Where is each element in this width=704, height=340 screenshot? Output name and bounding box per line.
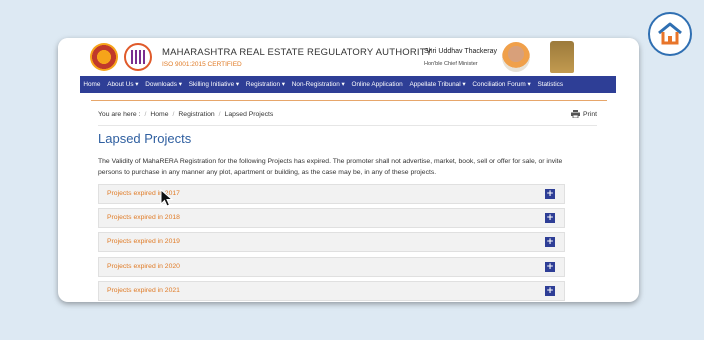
nav-home[interactable]: Home — [80, 76, 104, 93]
nav-conciliation-forum[interactable]: Conciliation Forum ▾ — [469, 76, 534, 93]
national-emblem — [550, 41, 574, 73]
browser-window: MAHARASHTRA REAL ESTATE REGULATORY AUTHO… — [58, 38, 639, 302]
nav-about-us[interactable]: About Us ▾ — [104, 76, 142, 93]
cursor-icon — [160, 189, 174, 207]
nav-skilling-initiative[interactable]: Skilling Initiative ▾ — [185, 76, 242, 93]
breadcrumb-divider — [98, 125, 597, 126]
breadcrumb-home[interactable]: Home — [150, 111, 168, 118]
accordion-2021[interactable]: Projects expired in 2021 + — [98, 281, 565, 301]
breadcrumb-separator: / — [172, 111, 175, 118]
iso-certification: ISO 9001:2015 CERTIFIED — [162, 61, 242, 68]
breadcrumb-current: Lapsed Projects — [224, 111, 274, 118]
breadcrumb-prefix: You are here : — [98, 111, 141, 118]
plus-icon[interactable]: + — [545, 237, 555, 247]
accordion-2020[interactable]: Projects expired in 2020 + — [98, 257, 565, 277]
nav-online-application[interactable]: Online Application — [348, 76, 406, 93]
accordion-label: Projects expired in 2019 — [107, 238, 180, 245]
print-icon — [571, 110, 581, 118]
accordion-label: Projects expired in 2021 — [107, 287, 180, 294]
plus-icon[interactable]: + — [545, 213, 555, 223]
accordion-2019[interactable]: Projects expired in 2019 + — [98, 232, 565, 252]
breadcrumb-registration[interactable]: Registration — [178, 111, 214, 118]
accordion-label: Projects expired in 2020 — [107, 263, 180, 270]
breadcrumb-separator: / — [218, 111, 221, 118]
state-seal-logo — [90, 43, 118, 71]
nav-appellate-tribunal[interactable]: Appellate Tribunal ▾ — [406, 76, 469, 93]
print-button[interactable]: Print — [571, 110, 597, 118]
plus-icon[interactable]: + — [545, 286, 555, 296]
breadcrumb: You are here : / Home / Registration / L… — [98, 111, 273, 118]
expiry-notice: The Validity of MahaRERA Registration fo… — [98, 158, 563, 176]
chief-minister-photo — [502, 42, 530, 72]
page-title: Lapsed Projects — [98, 131, 192, 146]
plus-icon[interactable]: + — [545, 189, 555, 199]
accordion-2018[interactable]: Projects expired in 2018 + — [98, 208, 565, 228]
breadcrumb-separator: / — [144, 111, 147, 118]
nav-registration[interactable]: Registration ▾ — [243, 76, 289, 93]
nav-statistics[interactable]: Statistics — [534, 76, 566, 93]
accordion-label: Projects expired in 2018 — [107, 214, 180, 221]
home-badge-icon — [648, 12, 692, 56]
nav-downloads[interactable]: Downloads ▾ — [142, 76, 185, 93]
chief-minister-name: Shri Uddhav Thackeray — [424, 48, 498, 55]
chief-minister-role: Hon'ble Chief Minister — [424, 61, 478, 67]
main-nav: Home About Us ▾ Downloads ▾ Skilling Ini… — [80, 76, 616, 93]
org-title: MAHARASHTRA REAL ESTATE REGULATORY AUTHO… — [162, 47, 433, 58]
plus-icon[interactable]: + — [545, 262, 555, 272]
site-header: MAHARASHTRA REAL ESTATE REGULATORY AUTHO… — [58, 38, 639, 76]
print-label: Print — [583, 110, 597, 118]
maharera-logo — [124, 43, 152, 71]
nav-non-registration[interactable]: Non-Registration ▾ — [288, 76, 348, 93]
